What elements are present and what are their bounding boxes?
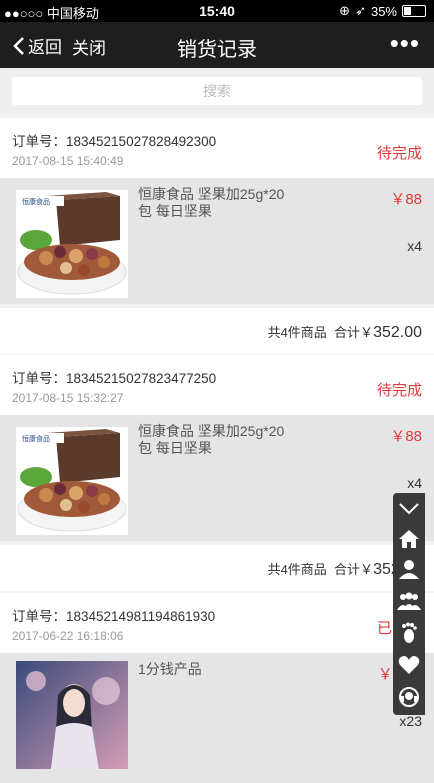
order-number: 订单号：18345215027823477250 — [12, 371, 217, 386]
product-name: 恒康食品 坚果加25g*20包 每日坚果 — [138, 423, 285, 456]
order-header: 订单号：18345215027828492300 2017-08-15 15:4… — [0, 118, 434, 178]
footprint-icon[interactable] — [393, 619, 425, 647]
floating-toolbar — [393, 493, 425, 715]
order-number: 订单号：18345215027828492300 — [12, 134, 217, 149]
order-date: 2017-08-15 15:32:27 — [12, 391, 124, 405]
nav-bar: 返回 关闭 销货记录 ••• — [0, 22, 434, 68]
order-total: 352.00 — [373, 324, 422, 341]
chevron-left-icon — [13, 36, 24, 55]
service-icon[interactable] — [393, 683, 425, 711]
total-label: 合计￥ — [334, 325, 374, 340]
total-label: 合计￥ — [334, 562, 374, 577]
product-image — [16, 661, 128, 769]
product-quantity: x23 — [399, 713, 422, 729]
order-summary: 共4件商品 合计￥352.00 — [0, 545, 434, 591]
order-card[interactable]: 订单号：18345215027823477250 2017-08-15 15:3… — [0, 355, 434, 591]
order-card[interactable]: 订单号：18345214981194861930 2017-06-22 16:1… — [0, 593, 434, 783]
order-date: 2017-06-22 16:18:06 — [12, 629, 124, 643]
more-button[interactable]: ••• — [390, 28, 420, 59]
product-price: ￥88 — [390, 191, 422, 208]
location-icon: ➶ — [355, 3, 366, 18]
heart-icon[interactable] — [393, 651, 425, 679]
back-label: 返回 — [28, 38, 62, 57]
product-name: 1分钱产品 — [138, 661, 202, 677]
svg-text:恒康食品: 恒康食品 — [22, 197, 50, 206]
search-input[interactable]: 搜索 — [12, 77, 422, 105]
order-header: 订单号：18345214981194861930 2017-06-22 16:1… — [0, 593, 434, 653]
page-title: 销货记录 — [177, 39, 257, 61]
status-right: ⊕ ➶ 35% — [339, 3, 426, 19]
item-count: 共4件商品 — [267, 325, 327, 340]
order-header: 订单号：18345215027823477250 2017-08-15 15:3… — [0, 355, 434, 415]
order-item[interactable]: 1分钱产品 ￥0.01 x23 — [0, 653, 434, 783]
order-card[interactable]: 订单号：18345215027828492300 2017-08-15 15:4… — [0, 118, 434, 354]
group-icon[interactable] — [393, 587, 425, 615]
item-count: 共4件商品 — [267, 562, 327, 577]
order-number: 订单号：18345214981194861930 — [12, 609, 216, 624]
battery-percent: 35% — [370, 3, 397, 19]
product-quantity: x4 — [407, 238, 422, 254]
order-status: 待完成 — [376, 382, 422, 399]
lock-rotation-icon: ⊕ — [339, 3, 351, 18]
user-icon[interactable] — [393, 555, 425, 583]
product-quantity: x4 — [407, 475, 422, 491]
back-button[interactable]: 返回 — [12, 33, 62, 58]
product-image: 恒康食品 — [16, 190, 128, 298]
battery-icon — [402, 5, 426, 17]
close-button[interactable]: 关闭 — [72, 34, 106, 59]
product-image: 恒康食品 — [16, 427, 128, 535]
svg-text:恒康食品: 恒康食品 — [22, 434, 50, 443]
product-price: ￥88 — [390, 428, 422, 445]
order-item[interactable]: 恒康食品 恒康食品 坚果加25g*20包 每日坚果 ￥88 x4 — [0, 178, 434, 304]
status-bar: ●●○○○ 中国移动 15:40 ⊕ ➶ 35% — [0, 0, 434, 22]
home-icon[interactable] — [393, 525, 425, 553]
search-bar: 搜索 — [0, 68, 434, 114]
product-name: 恒康食品 坚果加25g*20包 每日坚果 — [138, 186, 285, 219]
order-date: 2017-08-15 15:40:49 — [12, 154, 124, 168]
order-item[interactable]: 恒康食品 恒康食品 坚果加25g*20包 每日坚果 ￥88 x4 — [0, 415, 434, 541]
order-summary: 共4件商品 合计￥352.00 — [0, 308, 434, 354]
chevron-down-icon[interactable] — [393, 495, 425, 523]
order-status: 待完成 — [376, 145, 422, 162]
